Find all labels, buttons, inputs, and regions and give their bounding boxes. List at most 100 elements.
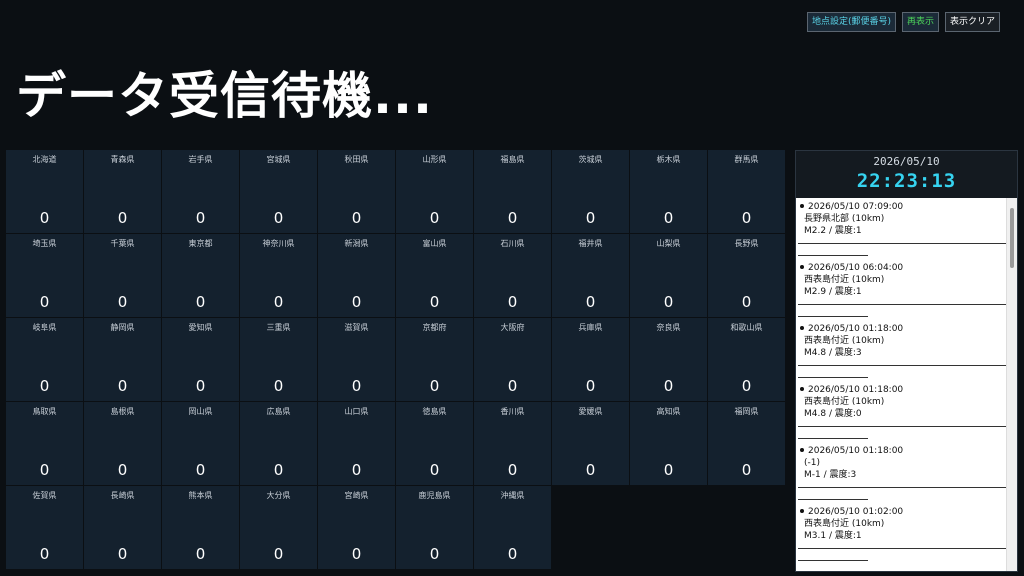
entry-divider-short <box>798 377 868 378</box>
prefecture-name: 山形県 <box>422 155 447 164</box>
prefecture-name: 兵庫県 <box>578 323 603 332</box>
prefecture-count: 0 <box>351 545 362 563</box>
prefecture-name: 埼玉県 <box>32 239 57 248</box>
prefecture-count: 0 <box>429 209 440 227</box>
prefecture-count: 0 <box>195 377 206 395</box>
prefecture-name: 鹿児島県 <box>418 491 451 500</box>
quake-entry: 2026/05/10 01:18:00 西表島付近 (10km) M4.8 / 震度… <box>796 320 1007 381</box>
prefecture-cell: 愛知県 0 <box>162 318 239 401</box>
prefecture-count: 0 <box>117 461 128 479</box>
prefecture-count: 0 <box>273 461 284 479</box>
prefecture-cell: 山梨県 0 <box>630 234 707 317</box>
prefecture-cell: 岩手県 0 <box>162 150 239 233</box>
bullet-icon <box>800 509 804 513</box>
quake-datetime: 2026/05/10 01:18:00 <box>808 446 904 456</box>
prefecture-name: 福井県 <box>578 239 603 248</box>
prefecture-cell: 山形県 0 <box>396 150 473 233</box>
prefecture-count: 0 <box>507 293 518 311</box>
prefecture-cell: 石川県 0 <box>474 234 551 317</box>
prefecture-count: 0 <box>585 377 596 395</box>
prefecture-cell: 長野県 0 <box>708 234 785 317</box>
prefecture-name: 熊本県 <box>188 491 213 500</box>
prefecture-count: 0 <box>507 209 518 227</box>
prefecture-count: 0 <box>663 293 674 311</box>
prefecture-cell: 岡山県 0 <box>162 402 239 485</box>
prefecture-name: 神奈川県 <box>262 239 295 248</box>
quake-info: M4.8 / 震度:3 <box>804 348 862 358</box>
quake-entry: 2026/05/10 01:02:00 西表島付近 (10km) M3.1 / 震度… <box>796 503 1007 564</box>
prefecture-count: 0 <box>507 377 518 395</box>
prefecture-name: 秋田県 <box>344 155 369 164</box>
quake-place: 西表島付近 (10km) <box>804 397 885 407</box>
prefecture-name: 岡山県 <box>188 407 213 416</box>
prefecture-count: 0 <box>39 461 50 479</box>
prefecture-count: 0 <box>585 209 596 227</box>
prefecture-count: 0 <box>585 293 596 311</box>
quake-info: M3.1 / 震度:1 <box>804 531 862 541</box>
prefecture-cell: 広島県 0 <box>240 402 317 485</box>
prefecture-name: 新潟県 <box>344 239 369 248</box>
clear-display-button[interactable]: 表示クリア <box>944 12 1000 32</box>
quake-datetime: 2026/05/10 07:09:00 <box>808 202 904 212</box>
prefecture-name: 長野県 <box>734 239 759 248</box>
quake-feed[interactable]: 2026/05/10 07:09:00 長野県北部 (10km) M2.2 / 震度… <box>796 198 1007 571</box>
prefecture-name: 香川県 <box>500 407 525 416</box>
prefecture-count: 0 <box>741 209 752 227</box>
prefecture-name: 京都府 <box>422 323 447 332</box>
side-panel: 2026/05/10 22:23:13 2026/05/10 07:09:00 長… <box>795 150 1018 572</box>
prefecture-cell: 宮城県 0 <box>240 150 317 233</box>
prefecture-cell: 大分県 0 <box>240 486 317 569</box>
location-setting-button[interactable]: 地点設定(郵便番号) <box>806 12 896 32</box>
prefecture-name: 静岡県 <box>110 323 135 332</box>
prefecture-cell: 沖縄県 0 <box>474 486 551 569</box>
prefecture-name: 富山県 <box>422 239 447 248</box>
status-headline: データ受信待機... <box>16 67 433 125</box>
prefecture-cell: 北海道 0 <box>6 150 83 233</box>
feed-scrollbar[interactable] <box>1006 198 1017 571</box>
feed-scrollbar-thumb[interactable] <box>1010 208 1014 268</box>
prefecture-cell: 佐賀県 0 <box>6 486 83 569</box>
prefecture-cell: 宮崎県 0 <box>318 486 395 569</box>
prefecture-name: 北海道 <box>32 155 57 164</box>
bullet-icon <box>800 204 804 208</box>
prefecture-name: 佐賀県 <box>32 491 57 500</box>
prefecture-cell: 徳島県 0 <box>396 402 473 485</box>
quake-datetime: 2026/05/10 06:04:00 <box>808 263 904 273</box>
redisplay-button[interactable]: 再表示 <box>901 12 939 32</box>
prefecture-name: 鳥取県 <box>32 407 57 416</box>
prefecture-count: 0 <box>351 209 362 227</box>
prefecture-count: 0 <box>663 209 674 227</box>
prefecture-count: 0 <box>429 461 440 479</box>
prefecture-name: 大阪府 <box>500 323 525 332</box>
prefecture-count: 0 <box>429 293 440 311</box>
bullet-icon <box>800 387 804 391</box>
prefecture-cell: 奈良県 0 <box>630 318 707 401</box>
prefecture-cell: 福井県 0 <box>552 234 629 317</box>
prefecture-cell: 福島県 0 <box>474 150 551 233</box>
quake-entry: 2026/05/10 01:18:00 (-1) M-1 / 震度:3 <box>796 442 1007 503</box>
quake-entry-header: 2026/05/10 01:18:00 <box>796 320 1007 335</box>
bullet-icon <box>800 326 804 330</box>
prefecture-name: 三重県 <box>266 323 291 332</box>
bullet-icon <box>800 265 804 269</box>
prefecture-name: 愛知県 <box>188 323 213 332</box>
prefecture-cell: 静岡県 0 <box>84 318 161 401</box>
prefecture-count: 0 <box>117 293 128 311</box>
prefecture-name: 青森県 <box>110 155 135 164</box>
prefecture-cell: 京都府 0 <box>396 318 473 401</box>
prefecture-cell: 青森県 0 <box>84 150 161 233</box>
prefecture-count: 0 <box>663 461 674 479</box>
prefecture-name: 滋賀県 <box>344 323 369 332</box>
prefecture-cell: 神奈川県 0 <box>240 234 317 317</box>
prefecture-count: 0 <box>585 461 596 479</box>
quake-info: M2.9 / 震度:1 <box>804 287 862 297</box>
prefecture-name: 東京都 <box>188 239 213 248</box>
entry-divider <box>798 487 1007 488</box>
prefecture-cell: 大阪府 0 <box>474 318 551 401</box>
entry-divider-short <box>798 316 868 317</box>
quake-datetime: 2026/05/10 01:18:00 <box>808 385 904 395</box>
prefecture-count: 0 <box>273 209 284 227</box>
prefecture-cell: 兵庫県 0 <box>552 318 629 401</box>
prefecture-count: 0 <box>429 545 440 563</box>
quake-entry-header: 2026/05/10 01:18:00 <box>796 381 1007 396</box>
